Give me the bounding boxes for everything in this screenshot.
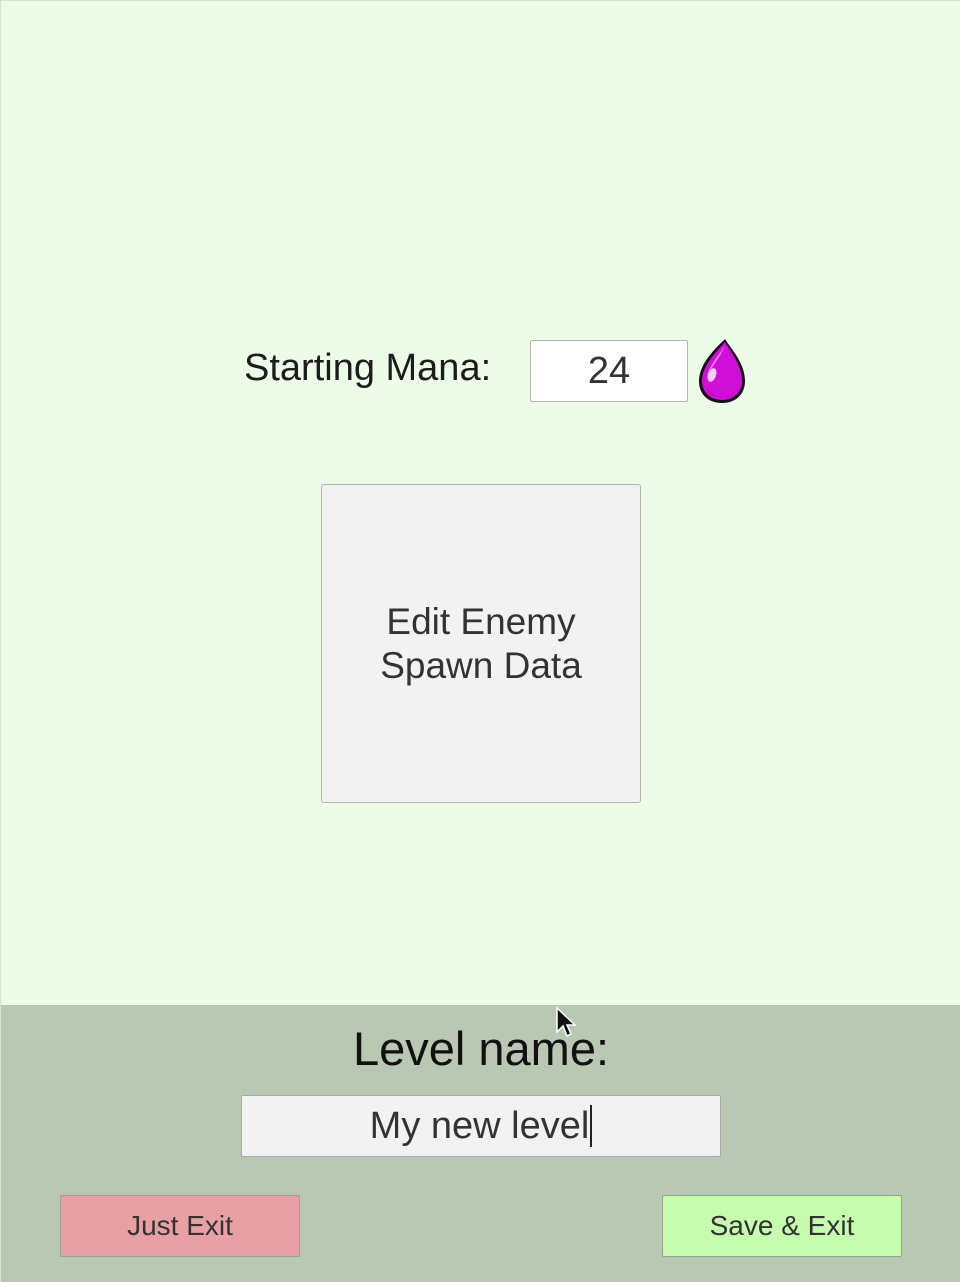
edit-enemy-spawn-data-button[interactable]: Edit Enemy Spawn Data: [321, 484, 641, 803]
level-name-label: Level name:: [352, 1022, 610, 1075]
just-exit-button[interactable]: Just Exit: [60, 1195, 300, 1257]
starting-mana-input[interactable]: [530, 340, 688, 402]
level-editor-screen: Starting Mana: Edit Enemy Spawn Data Lev…: [0, 0, 960, 1282]
just-exit-label: Just Exit: [127, 1210, 233, 1241]
level-name-value: My new level: [369, 1104, 590, 1147]
edit-enemy-spawn-data-label: Edit Enemy Spawn Data: [380, 600, 582, 686]
save-and-exit-label: Save & Exit: [709, 1210, 855, 1241]
starting-mana-label: Starting Mana:: [244, 347, 492, 389]
mouse-pointer-icon: [556, 1006, 577, 1038]
level-name-input[interactable]: My new level: [241, 1095, 721, 1157]
level-save-panel: Level name: My new level Just Exit Save …: [1, 1005, 960, 1282]
save-and-exit-button[interactable]: Save & Exit: [662, 1195, 902, 1257]
mana-drop-icon: [699, 339, 745, 403]
text-caret: [590, 1105, 593, 1147]
